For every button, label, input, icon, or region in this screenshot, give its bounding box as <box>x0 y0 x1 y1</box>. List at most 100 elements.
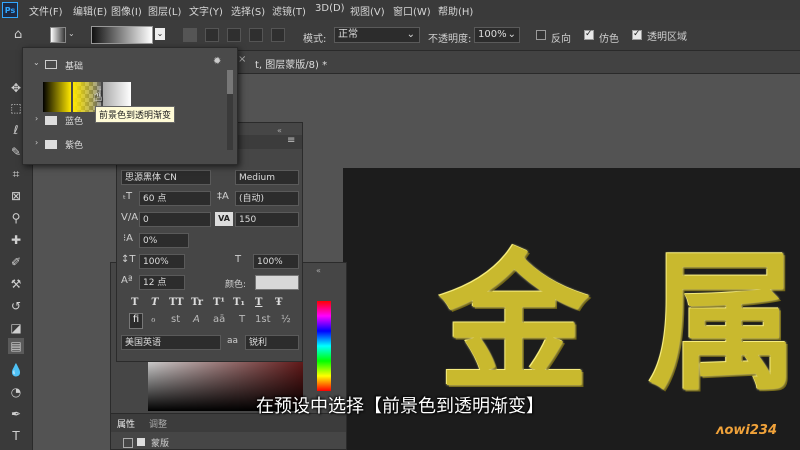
kerning-input[interactable]: 0 <box>139 212 211 227</box>
tsume-input[interactable]: 0% <box>139 233 189 248</box>
discretionary-ligatures-button[interactable]: st <box>171 314 180 325</box>
fractions-button[interactable]: ½ <box>281 314 291 325</box>
eyedropper-tool-icon[interactable]: ⚲ <box>8 210 24 226</box>
radial-gradient-button[interactable] <box>205 28 219 42</box>
vertical-scale-input[interactable]: 100% <box>139 254 185 269</box>
document-tab[interactable]: t, 图层蒙版/8) * <box>255 56 327 71</box>
tooltip: 前景色到透明渐变 <box>95 106 176 123</box>
clone-stamp-tool-icon[interactable]: ⚒ <box>8 276 24 292</box>
gradient-preview[interactable] <box>91 26 153 44</box>
horizontal-scale-icon: T <box>235 254 242 265</box>
reverse-checkbox[interactable] <box>536 30 546 40</box>
gradient-tool-icon[interactable]: ▤ <box>8 338 24 354</box>
ordinals-button[interactable]: 1st <box>255 314 271 325</box>
frame-tool-icon[interactable]: ⊠ <box>8 188 24 204</box>
type-tool-icon[interactable]: T <box>8 428 24 444</box>
menu-filter[interactable]: 滤镜(T) <box>272 3 306 18</box>
tracking-input[interactable]: 150 <box>235 212 299 227</box>
menu-file[interactable]: 文件(F) <box>29 3 63 18</box>
layer-thumb-icon <box>123 438 133 448</box>
crop-tool-icon[interactable]: ⌗ <box>8 166 24 182</box>
menu-layer[interactable]: 图层(L) <box>148 3 181 18</box>
small-caps-button[interactable]: Tr <box>191 297 203 308</box>
blur-tool-icon[interactable]: 💧 <box>8 362 24 378</box>
mode-select[interactable]: 正常 ⌄ <box>334 27 420 43</box>
canvas-text-char: 金 <box>439 235 590 411</box>
contextual-alternates-button[interactable]: ℴ <box>151 314 156 325</box>
leading-input[interactable]: (自动) <box>235 191 299 206</box>
gradient-dropdown-chevron-icon[interactable]: ⌄ <box>155 28 165 40</box>
strikethrough-button[interactable]: Ŧ <box>275 297 282 308</box>
watermark-bottom: ʌowi234 <box>716 423 778 438</box>
reflected-gradient-button[interactable] <box>249 28 263 42</box>
dither-checkbox[interactable] <box>584 29 594 40</box>
gradient-picker-popup: ✹ ⌄ 基础 ☝ 前景色到透明渐变 › 蓝色 › 紫色 <box>22 47 238 165</box>
linear-gradient-button[interactable] <box>183 28 197 42</box>
tsume-icon: ⁝A <box>123 233 134 244</box>
menu-type[interactable]: 文字(Y) <box>189 3 223 18</box>
tab-adjustments[interactable]: 调整 <box>149 417 167 430</box>
antialias-select[interactable]: 锐利 <box>245 335 299 350</box>
hue-slider[interactable] <box>317 301 331 391</box>
gradient-group-blue[interactable]: 蓝色 <box>65 114 83 127</box>
opacity-input[interactable]: 100% ⌄ <box>474 27 520 43</box>
font-style-select[interactable]: Medium <box>235 170 299 185</box>
panel-menu-icon[interactable]: ≡ <box>287 135 295 146</box>
font-family-select[interactable]: 思源黑体 CN <box>121 170 211 185</box>
text-color-swatch[interactable] <box>255 275 299 290</box>
folder-icon <box>45 116 57 125</box>
kerning-icon: V/A <box>121 212 139 223</box>
tool-preset-chevron-icon[interactable]: ⌄ <box>68 29 75 38</box>
underline-button[interactable]: T <box>255 297 262 308</box>
close-icon[interactable]: × <box>238 54 246 65</box>
gradient-swatch-fg-bg[interactable] <box>43 82 71 112</box>
faux-bold-button[interactable]: T <box>131 297 138 308</box>
mask-label: 蒙版 <box>151 439 170 449</box>
angle-gradient-button[interactable] <box>227 28 241 42</box>
color-label: 颜色: <box>225 280 247 290</box>
chevron-down-icon[interactable]: ⌄ <box>33 58 40 67</box>
chevron-right-icon[interactable]: › <box>35 138 38 147</box>
transparency-checkbox[interactable] <box>632 29 642 40</box>
gradient-tool-icon[interactable] <box>50 27 66 43</box>
ligature-button[interactable]: fi <box>129 313 143 329</box>
home-icon[interactable]: ⌂ <box>14 27 30 43</box>
scrollbar-thumb[interactable] <box>227 70 233 94</box>
faux-italic-button[interactable]: T <box>151 297 158 308</box>
stylistic-alternates-button[interactable]: aā <box>213 314 225 325</box>
gradient-group-basic[interactable]: 基础 <box>65 59 83 72</box>
swash-button[interactable]: A <box>193 314 200 325</box>
font-size-input[interactable]: 60 点 <box>139 191 211 206</box>
menu-edit[interactable]: 编辑(E) <box>73 3 107 18</box>
menu-window[interactable]: 窗口(W) <box>393 3 431 18</box>
vertical-scale-icon: ↕T <box>121 254 136 265</box>
gradient-group-purple[interactable]: 紫色 <box>65 138 83 151</box>
menu-select[interactable]: 选择(S) <box>231 3 265 18</box>
all-caps-button[interactable]: TT <box>169 297 184 308</box>
horizontal-scale-input[interactable]: 100% <box>253 254 299 269</box>
eraser-tool-icon[interactable]: ◪ <box>8 320 24 336</box>
gear-icon[interactable]: ✹ <box>213 56 221 67</box>
superscript-button[interactable]: T¹ <box>213 297 225 308</box>
history-brush-tool-icon[interactable]: ↺ <box>8 298 24 314</box>
diamond-gradient-button[interactable] <box>271 28 285 42</box>
menu-image[interactable]: 图像(I) <box>111 3 142 18</box>
menu-help[interactable]: 帮助(H) <box>438 3 473 18</box>
titling-alternates-button[interactable]: T <box>239 314 245 325</box>
menu-3d[interactable]: 3D(D) <box>315 3 345 14</box>
baseline-shift-input[interactable]: 12 点 <box>139 275 185 290</box>
subscript-button[interactable]: T₁ <box>233 297 245 308</box>
language-select[interactable]: 美国英语 <box>121 335 221 350</box>
healing-brush-tool-icon[interactable]: ✚ <box>8 232 24 248</box>
canvas-text-char: 属 <box>648 235 799 411</box>
collapse-icon[interactable]: « <box>277 126 282 135</box>
tab-properties[interactable]: 属性 <box>117 417 135 430</box>
brush-tool-icon[interactable]: ✐ <box>8 254 24 270</box>
scrollbar-track[interactable] <box>227 70 233 150</box>
hand-cursor-icon: ☝ <box>93 86 103 105</box>
opentype-buttons: fi ℴ st A aā T 1st ½ <box>129 313 301 329</box>
chevron-right-icon[interactable]: › <box>35 114 38 123</box>
menu-view[interactable]: 视图(V) <box>350 3 385 18</box>
folder-icon <box>45 60 57 69</box>
collapse-icon[interactable]: « <box>316 266 321 275</box>
